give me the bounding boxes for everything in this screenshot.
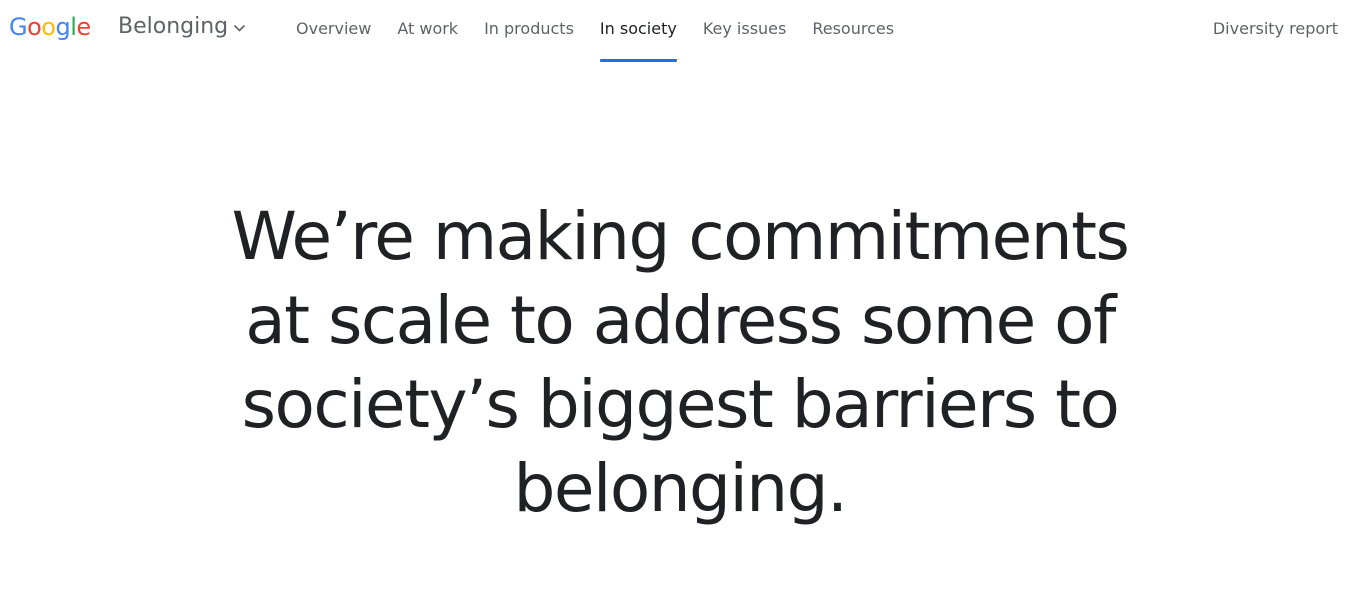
logo-letter: e (76, 13, 91, 41)
nav-item-in-products[interactable]: In products (471, 0, 587, 56)
nav-item-resources[interactable]: Resources (799, 0, 907, 56)
logo-letter: o (41, 13, 56, 41)
site-header: G o o g l e Belonging Overview At work I… (0, 0, 1360, 64)
product-name: Belonging (118, 14, 229, 39)
nav-item-in-society[interactable]: In society (587, 0, 690, 62)
google-logo[interactable]: G o o g l e (9, 12, 91, 42)
logo-letter: o (27, 13, 42, 41)
nav-item-overview[interactable]: Overview (283, 0, 384, 56)
logo-letter: g (55, 13, 71, 41)
diversity-report-link[interactable]: Diversity report (1213, 0, 1338, 56)
main-nav: Overview At work In products In society … (283, 0, 907, 64)
nav-item-key-issues[interactable]: Key issues (690, 0, 800, 56)
product-switcher[interactable]: Belonging (118, 13, 246, 41)
chevron-down-icon (233, 24, 246, 33)
hero-title: We’re making commitments at scale to add… (231, 198, 1130, 527)
hero-section: We’re making commitments at scale to add… (0, 195, 1360, 531)
nav-item-at-work[interactable]: At work (384, 0, 471, 56)
logo-letter: G (9, 13, 28, 41)
